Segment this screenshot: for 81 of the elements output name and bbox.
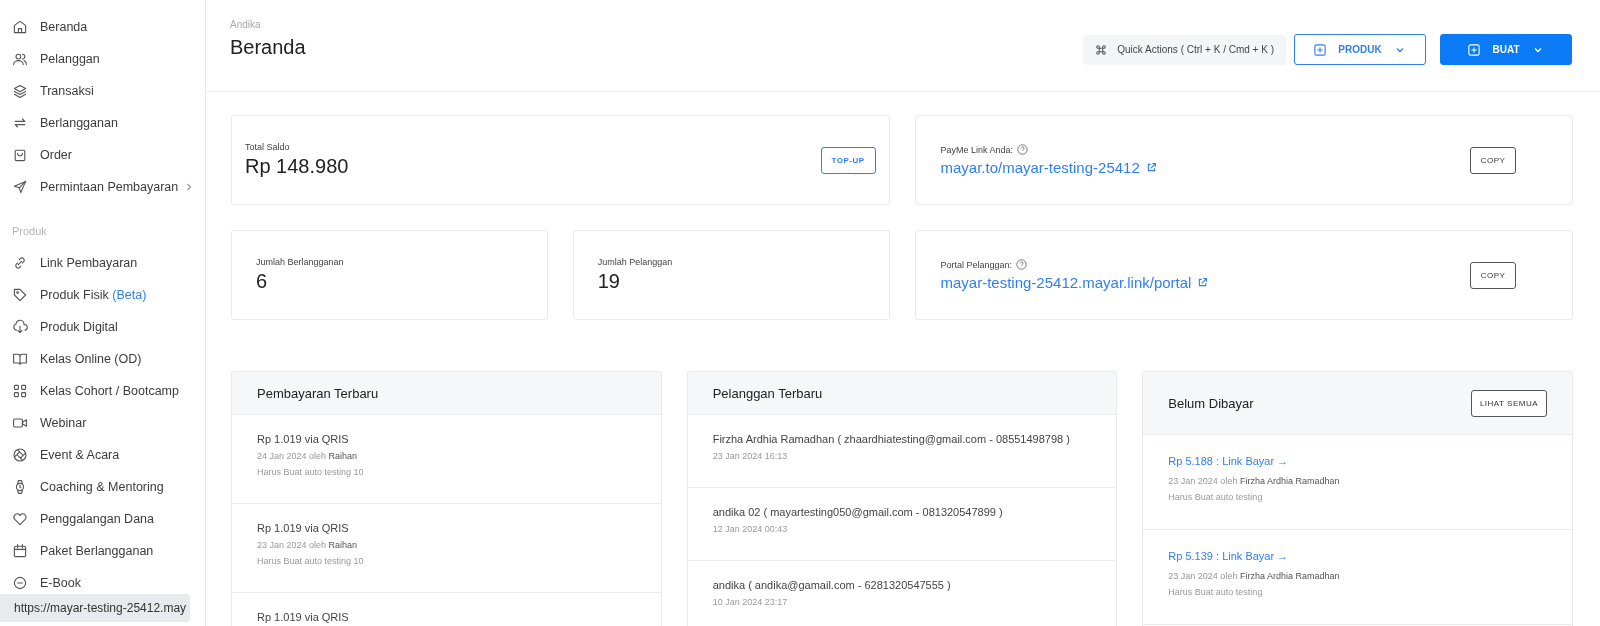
panel-title: Pelanggan Terbaru: [712, 385, 823, 401]
unpaid-note: Harus Buat auto testing: [1168, 492, 1264, 502]
panel-title: Pembayaran Terbaru: [257, 385, 379, 401]
payment-link[interactable]: Rp 5.139 : Link Bayar →: [1168, 550, 1547, 562]
payment-title: Rp 1.019 via QRIS: [257, 433, 350, 445]
tag-icon: [12, 287, 28, 303]
url-link[interactable]: mayar.to/mayar-testing-25412: [940, 159, 1140, 176]
payment-title: Rp 1.019 via QRIS: [257, 611, 350, 623]
plus-square-icon: [1468, 43, 1481, 56]
customer-name: andika 02 ( mayartesting050@gmail.com - 081320547899 ): [712, 506, 1004, 518]
sidebar-item[interactable]: Transaksi: [0, 75, 205, 107]
breadcrumb: Andika: [230, 19, 262, 30]
grid-icon: [12, 383, 28, 399]
unpaid-meta: 23 Jan 2024 oleh Firzha Ardhia Ramadhan: [1168, 476, 1341, 486]
payment-meta: 24 Jan 2024 oleh Raihan: [257, 451, 359, 461]
bag-icon: [12, 147, 28, 163]
calendar-icon: [12, 543, 28, 559]
link-label: PayMe Link Anda:: [940, 144, 1014, 155]
customer-name: andika ( andika@gamail.com - 6281320547555 ): [712, 579, 952, 591]
payment-link[interactable]: Rp 5.188 : Link Bayar →: [1168, 455, 1547, 467]
repeat-arrows-icon: [12, 115, 28, 131]
sidebar-item[interactable]: Penggalangan Dana: [0, 503, 205, 535]
plus-square-icon: [1314, 43, 1327, 56]
link-icon: [12, 255, 28, 271]
create-button[interactable]: BUAT: [1440, 34, 1572, 65]
cloud-download-icon: [12, 319, 28, 335]
sidebar-item[interactable]: Permintaan Pembayaran: [0, 171, 205, 203]
sidebar-item[interactable]: Kelas Cohort / Bootcamp: [0, 375, 205, 407]
sidebar-item[interactable]: Produk Digital: [0, 311, 205, 343]
command-key-icon: [1095, 43, 1108, 56]
link-label: Portal Pelanggan:: [940, 259, 1013, 270]
home-icon: [12, 19, 28, 35]
open-book-icon: [12, 351, 28, 367]
sidebar-item[interactable]: Paket Berlangganan: [0, 535, 205, 567]
unpaid-meta: 23 Jan 2024 oleh Firzha Ardhia Ramadhan: [1168, 571, 1341, 581]
copy-button[interactable]: COPY: [1470, 146, 1516, 174]
external-link-icon: [1197, 277, 1209, 288]
payment-title: Rp 1.019 via QRIS: [257, 522, 350, 534]
panel-title: Belum Dibayar: [1168, 395, 1254, 411]
url-link[interactable]: mayar-testing-25412.mayar.link/portal: [940, 274, 1192, 291]
section-label: Produk: [11, 224, 48, 239]
customer-time: 12 Jan 2024 00:43: [712, 524, 789, 534]
unpaid-note: Harus Buat auto testing: [1168, 587, 1264, 597]
payment-note: Harus Buat auto testing 10: [257, 467, 365, 477]
layers-icon: [12, 83, 28, 99]
stat-value: 19: [597, 270, 621, 293]
paper-plane-icon: [12, 179, 28, 195]
top-up-button[interactable]: TOP-UP: [820, 146, 876, 174]
sidebar-item[interactable]: Beranda: [0, 11, 205, 43]
help-icon: [1016, 259, 1028, 270]
balance-value: Rp 148.980: [245, 155, 349, 178]
sidebar-item[interactable]: Produk Fisik (Beta): [0, 279, 205, 311]
video-camera-icon: [12, 415, 28, 431]
stat-label: Jumlah Berlangganan: [256, 257, 344, 267]
stat-value: 6: [256, 270, 269, 293]
see-all-button[interactable]: LIHAT SEMUA: [1471, 389, 1547, 417]
quick-actions-button[interactable]: Quick Actions ( Ctrl + K / Cmd + K ): [1083, 34, 1286, 65]
page-title: Beranda: [230, 36, 306, 59]
stat-label: Jumlah Pelanggan: [597, 257, 673, 267]
sidebar-item[interactable]: Coaching & Mentoring: [0, 471, 205, 503]
aperture-icon: [12, 447, 28, 463]
sidebar-item[interactable]: Order: [0, 139, 205, 171]
sidebar-item[interactable]: Webinar: [0, 407, 205, 439]
product-button[interactable]: PRODUK: [1294, 34, 1426, 65]
copy-button[interactable]: COPY: [1470, 261, 1516, 289]
sidebar-item[interactable]: Berlangganan: [0, 107, 205, 139]
balance-label: Total Saldo: [245, 142, 291, 152]
sidebar-item[interactable]: Kelas Online (OD): [0, 343, 205, 375]
sidebar-item[interactable]: Event & Acara: [0, 439, 205, 471]
payment-note: Harus Buat auto testing 10: [257, 556, 365, 566]
sidebar-item[interactable]: Pelanggan: [0, 43, 205, 75]
sidebar-item[interactable]: Link Pembayaran: [0, 247, 205, 279]
external-link-icon: [1145, 162, 1157, 173]
help-icon: [1017, 144, 1029, 155]
users-icon: [12, 51, 28, 67]
customer-time: 23 Jan 2024 16:13: [712, 451, 789, 461]
customer-time: 10 Jan 2024 23:17: [712, 597, 789, 607]
customer-name: Firzha Ardhia Ramadhan ( zhaardhiatesting@gmail.com - 08551498798 ): [712, 433, 1071, 445]
payment-meta: 23 Jan 2024 oleh Raihan: [257, 540, 359, 550]
link-url-tooltip: https://mayar-testing-25412.may: [0, 594, 190, 622]
heart-icon: [12, 511, 28, 527]
